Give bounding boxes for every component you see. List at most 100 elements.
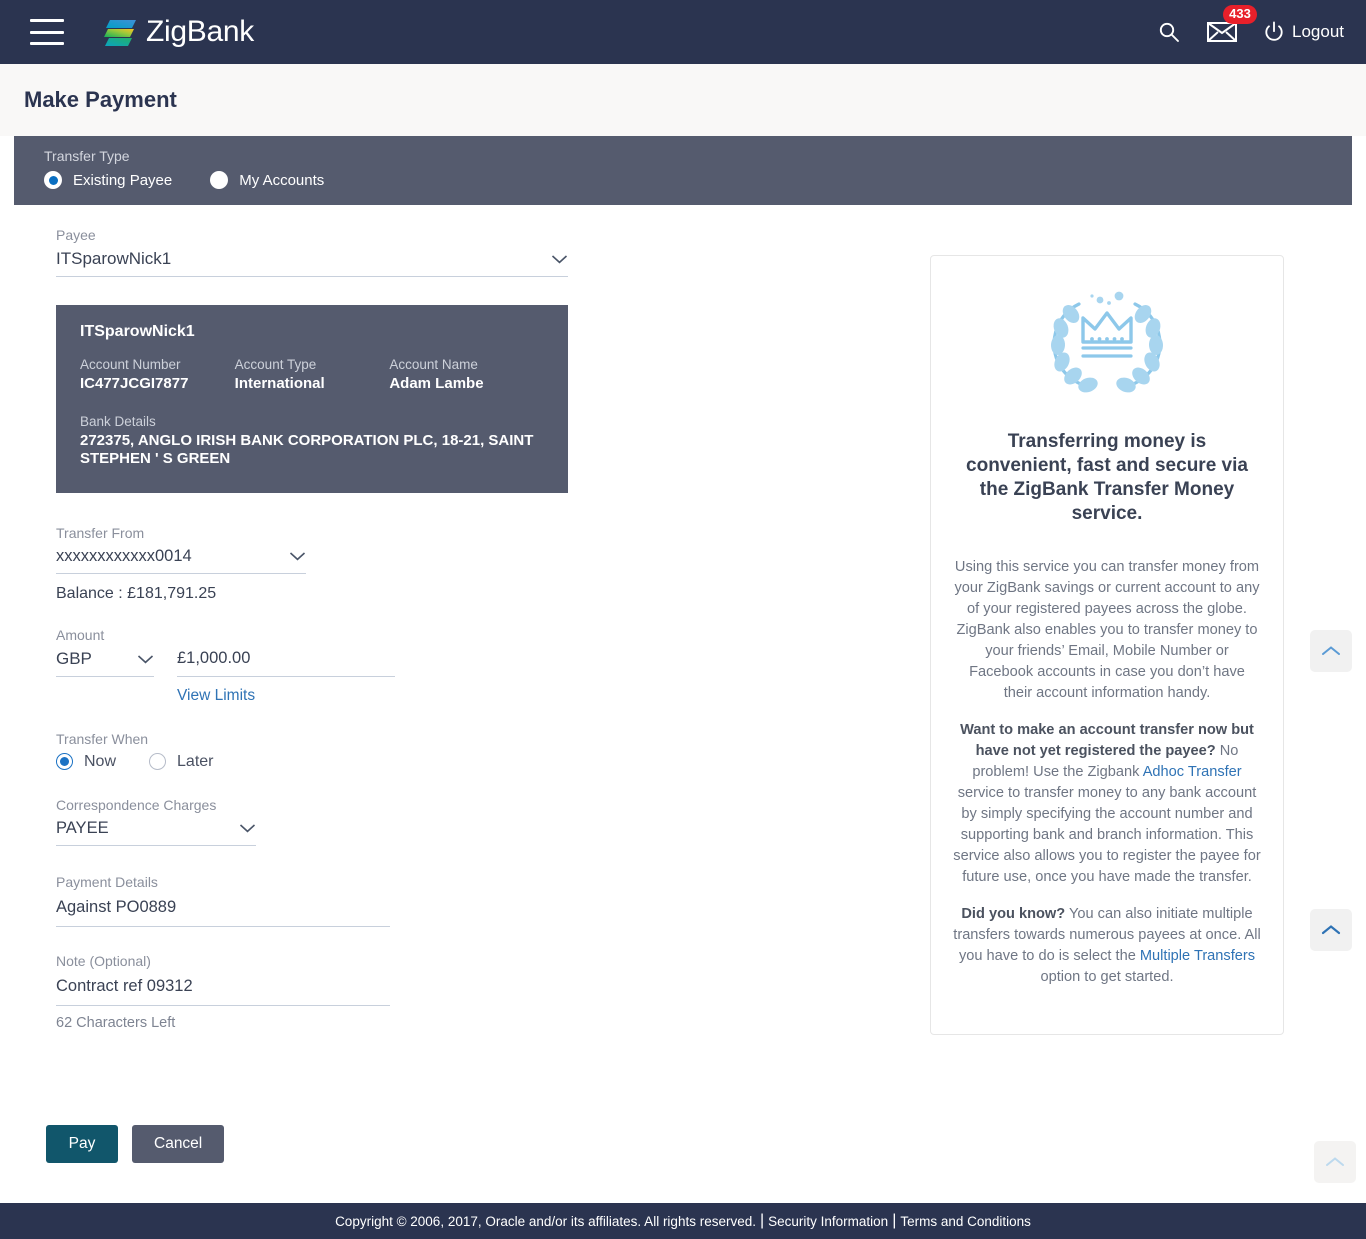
info-paragraph-3-heading: Did you know?: [961, 905, 1066, 922]
chevron-down-icon: [239, 824, 256, 833]
adhoc-transfer-link[interactable]: Adhoc Transfer: [1143, 764, 1242, 780]
radio-existing-payee-label: Existing Payee: [73, 171, 173, 189]
brand-name: ZigBank: [146, 15, 254, 48]
terms-and-conditions-link[interactable]: Terms and Conditions: [900, 1214, 1031, 1229]
info-heading: Transferring money is convenient, fast a…: [966, 431, 1248, 525]
info-paragraph-2: Want to make an account transfer now but…: [953, 720, 1261, 888]
characters-left-counter: 62 Characters Left: [56, 1014, 176, 1031]
scroll-up-button-2[interactable]: [1310, 909, 1352, 951]
logout-label: Logout: [1292, 22, 1344, 41]
radio-indicator: [44, 171, 62, 189]
page-title-band: Make Payment: [0, 64, 1366, 136]
info-paragraph-2-heading: Want to make an account transfer now but…: [960, 721, 1254, 759]
radio-indicator: [210, 171, 229, 189]
payee-bank-details: Bank Details 272375, ANGLO IRISH BANK CO…: [80, 414, 544, 469]
radio-my-accounts-label: My Accounts: [239, 171, 325, 189]
transfer-when-options: Now Later: [56, 753, 930, 771]
correspondence-charges-value: PAYEE: [56, 818, 109, 837]
search-icon[interactable]: [1157, 20, 1181, 44]
payee-card-title: ITSparowNick1: [80, 323, 195, 340]
power-icon: [1265, 21, 1283, 41]
transfer-from-value: xxxxxxxxxxxx0014: [56, 546, 192, 565]
radio-my-accounts[interactable]: My Accounts: [210, 171, 324, 189]
amount-input[interactable]: [177, 648, 395, 677]
account-number-label: Account Number: [80, 357, 181, 372]
radio-later-label: Later: [177, 752, 214, 770]
transfer-from-select[interactable]: xxxxxxxxxxxx0014: [56, 547, 306, 574]
scroll-up-button-1[interactable]: [1310, 630, 1352, 672]
payee-label: Payee: [56, 227, 96, 243]
radio-indicator: [56, 753, 73, 771]
payee-select[interactable]: ITSparowNick1: [56, 249, 568, 277]
correspondence-charges-select[interactable]: PAYEE: [56, 819, 256, 846]
footer-copyright: Copyright © 2006, 2017, Oracle and/or it…: [335, 1213, 756, 1229]
multiple-transfers-link[interactable]: Multiple Transfers: [1140, 948, 1255, 964]
transfer-from-group: Transfer From xxxxxxxxxxxx0014 Balance :…: [56, 525, 930, 603]
radio-now[interactable]: Now: [56, 753, 116, 771]
payment-form: Payee ITSparowNick1 ITSparowNick1 Accoun…: [14, 227, 930, 1057]
info-paragraph-2-post: service to transfer money to any bank ac…: [953, 784, 1261, 885]
account-name-value: Adam Lambe: [389, 375, 484, 392]
app-root: ZigBank 433 Logout Make Payment Transfer…: [0, 0, 1366, 1239]
chevron-down-icon: [137, 655, 154, 664]
amount-input-wrap: View Limits: [177, 648, 395, 705]
transfer-from-label: Transfer From: [56, 524, 145, 541]
payment-details-label: Payment Details: [56, 873, 158, 890]
brand-logo-link[interactable]: ZigBank: [102, 15, 254, 49]
footer-bar: Copyright © 2006, 2017, Oracle and/or it…: [0, 1203, 1366, 1239]
security-information-link[interactable]: Security Information: [768, 1214, 888, 1229]
form-actions: Pay Cancel: [14, 1057, 1352, 1163]
payee-details-card: ITSparowNick1 Account Number IC477JCGI78…: [56, 305, 568, 493]
payee-card-grid: Account Number IC477JCGI7877 Account Typ…: [80, 357, 544, 392]
chevron-up-icon: [1322, 646, 1340, 655]
hamburger-bar: [30, 19, 64, 22]
amount-group: Amount GBP View Limits: [56, 627, 930, 705]
account-number-value: IC477JCGI7877: [80, 375, 189, 392]
transfer-when-group: Transfer When Now Later: [56, 731, 930, 771]
info-panel: Transferring money is convenient, fast a…: [930, 255, 1284, 1035]
bank-details-value: 272375, ANGLO IRISH BANK CORPORATION PLC…: [80, 432, 534, 468]
chevron-down-icon: [289, 552, 306, 561]
payee-account-name-cell: Account Name Adam Lambe: [389, 357, 544, 392]
mail-icon[interactable]: 433: [1207, 5, 1257, 43]
cancel-button[interactable]: Cancel: [132, 1124, 225, 1163]
account-name-label: Account Name: [389, 357, 478, 372]
chevron-up-icon: [1321, 925, 1341, 935]
info-paragraph-3-post: option to get started.: [1040, 968, 1174, 985]
scroll-up-button-3[interactable]: [1314, 1141, 1356, 1183]
hamburger-bar: [30, 42, 64, 45]
correspondence-charges-label: Correspondence Charges: [56, 796, 217, 813]
amount-row: GBP View Limits: [56, 648, 930, 705]
main-area: Payee ITSparowNick1 ITSparowNick1 Accoun…: [14, 205, 1352, 1057]
correspondence-charges-group: Correspondence Charges PAYEE: [56, 797, 930, 846]
account-type-value: International: [234, 375, 325, 392]
pay-button[interactable]: Pay: [46, 1124, 118, 1163]
radio-existing-payee[interactable]: Existing Payee: [44, 171, 172, 189]
view-limits-link[interactable]: View Limits: [177, 687, 255, 705]
note-input[interactable]: [56, 974, 390, 1006]
chevron-up-icon: [1326, 1157, 1344, 1166]
logout-button[interactable]: Logout: [1263, 21, 1344, 43]
payment-details-input[interactable]: [56, 895, 390, 927]
chevron-down-icon: [551, 255, 568, 264]
info-icon-wrap: [953, 284, 1261, 400]
info-column: Transferring money is convenient, fast a…: [930, 227, 1330, 1057]
zigbank-logo-icon: [104, 20, 136, 46]
currency-select[interactable]: GBP: [56, 649, 154, 677]
hamburger-bar: [30, 30, 64, 34]
top-header-bar: ZigBank 433 Logout: [0, 0, 1366, 64]
content-shell: Transfer Type Existing Payee My Accounts…: [14, 136, 1352, 1203]
mail-unread-badge: 433: [1223, 5, 1257, 25]
payee-field-group: Payee ITSparowNick1: [56, 227, 930, 277]
payee-account-number-cell: Account Number IC477JCGI7877: [80, 357, 235, 392]
footer-separator: |: [759, 1212, 765, 1229]
transfer-type-bar: Transfer Type Existing Payee My Accounts: [14, 136, 1352, 205]
footer-separator: |: [892, 1212, 897, 1229]
hamburger-menu-icon[interactable]: [30, 19, 64, 45]
radio-later[interactable]: Later: [149, 753, 213, 771]
payment-details-group: Payment Details: [56, 874, 930, 927]
payee-selected-value: ITSparowNick1: [56, 249, 172, 268]
amount-label: Amount: [56, 626, 105, 643]
info-paragraph-1: Using this service you can transfer mone…: [954, 558, 1260, 701]
account-type-label: Account Type: [234, 357, 317, 372]
